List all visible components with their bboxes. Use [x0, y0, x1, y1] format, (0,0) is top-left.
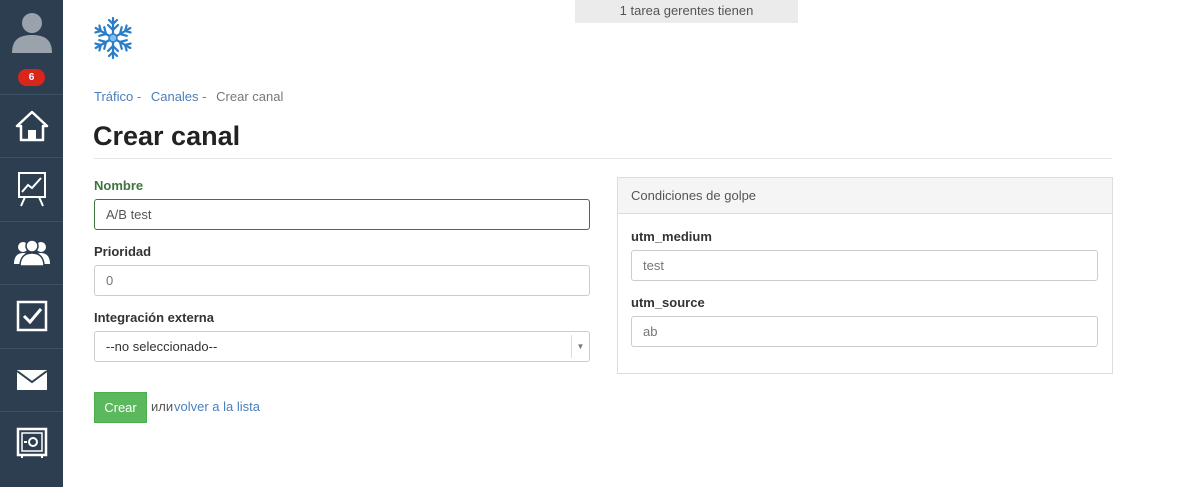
title-divider — [94, 158, 1112, 159]
notification-badge[interactable]: 6 — [18, 69, 45, 86]
integracion-selected-value: --no seleccionado-- — [106, 339, 218, 354]
breadcrumb-separator: - — [136, 89, 142, 104]
panel-title: Condiciones de golpe — [618, 178, 1112, 214]
sidebar-item-contacts[interactable] — [0, 221, 63, 284]
chevron-down-icon[interactable]: ▼ — [571, 335, 589, 358]
breadcrumb-trafico[interactable]: Tráfico — [94, 89, 133, 104]
breadcrumb-separator: - — [202, 89, 207, 104]
users-icon — [13, 239, 50, 267]
utm-source-label: utm_source — [631, 295, 705, 310]
breadcrumb-current: Crear canal — [216, 89, 284, 104]
prioridad-input[interactable] — [94, 265, 590, 296]
mail-icon — [15, 370, 48, 390]
integracion-select[interactable]: --no seleccionado-- ▼ — [94, 331, 590, 362]
create-button[interactable]: Crear — [94, 392, 147, 423]
sidebar-item-reports[interactable] — [0, 157, 63, 220]
sidebar-item-safe[interactable] — [0, 411, 63, 474]
chart-icon — [17, 172, 46, 207]
sidebar-item-tasks[interactable] — [0, 284, 63, 347]
page-title: Crear canal — [93, 121, 241, 151]
utm-source-input[interactable] — [631, 316, 1098, 347]
breadcrumb-canales[interactable]: Canales — [151, 89, 199, 104]
home-icon — [15, 110, 48, 142]
back-to-list-link[interactable]: volver a la lista — [174, 399, 260, 414]
utm-medium-input[interactable] — [631, 250, 1098, 281]
prioridad-label: Prioridad — [94, 244, 152, 259]
nombre-label: Nombre — [94, 178, 144, 193]
utm-medium-label: utm_medium — [631, 229, 712, 244]
sidebar: 6 — [0, 0, 63, 487]
sidebar-item-mail[interactable] — [0, 348, 63, 411]
snowflake-icon — [92, 16, 134, 60]
nombre-input[interactable] — [94, 199, 590, 230]
user-avatar-icon — [11, 13, 52, 53]
task-notice[interactable]: 1 tarea gerentes tienen — [575, 0, 798, 23]
breadcrumb: Tráfico - Canales - Crear canal — [94, 89, 283, 104]
sidebar-item-home[interactable] — [0, 94, 63, 157]
checkbox-icon — [16, 300, 47, 332]
integracion-label: Integración externa — [94, 310, 214, 325]
safe-icon — [16, 427, 47, 458]
avatar[interactable] — [0, 0, 63, 62]
logo[interactable] — [92, 15, 134, 61]
or-text: или — [151, 399, 174, 414]
